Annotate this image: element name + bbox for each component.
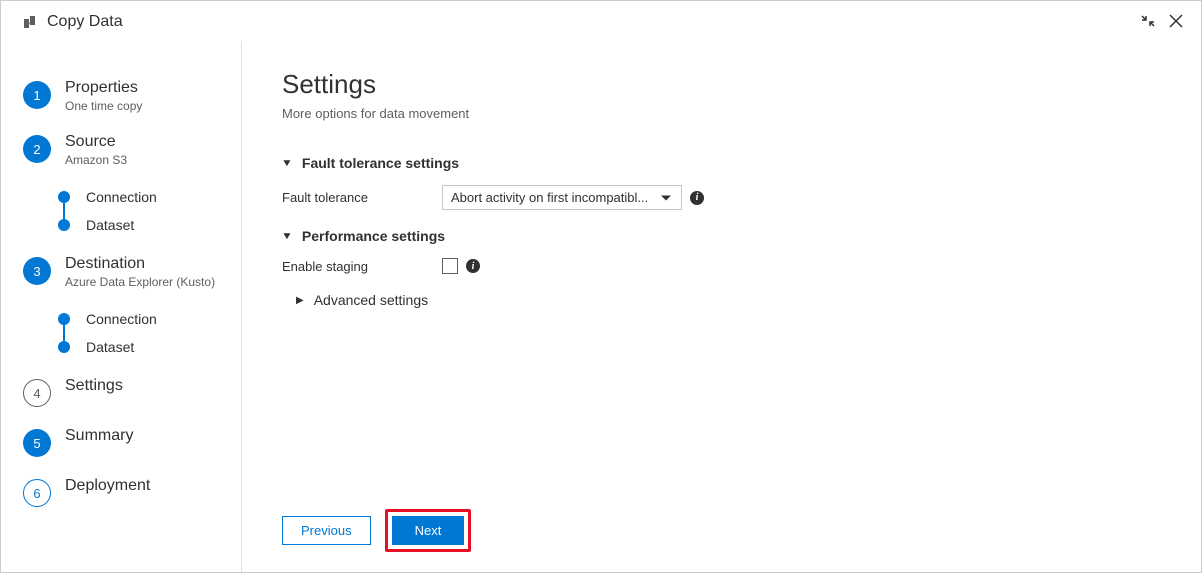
perf-section-label: Performance settings: [302, 228, 445, 244]
step-number-2: 2: [23, 135, 51, 163]
next-button[interactable]: Next: [392, 516, 465, 545]
substep-dest-dataset[interactable]: Dataset: [36, 333, 241, 361]
source-substeps: Connection Dataset: [36, 177, 241, 245]
substep-label: Dataset: [86, 217, 134, 233]
step-number-5: 5: [23, 429, 51, 457]
step-destination[interactable]: 3 Destination Azure Data Explorer (Kusto…: [1, 245, 241, 299]
previous-button[interactable]: Previous: [282, 516, 371, 545]
main-panel: Settings More options for data movement …: [241, 41, 1201, 572]
substep-source-connection[interactable]: Connection: [36, 183, 241, 211]
highlight-annotation: Next: [385, 509, 472, 552]
fault-section-label: Fault tolerance settings: [302, 155, 459, 171]
info-icon[interactable]: i: [466, 259, 480, 273]
performance-section-header[interactable]: Performance settings: [282, 228, 1161, 244]
step-title-settings: Settings: [65, 377, 123, 395]
enable-staging-row: Enable staging i: [282, 258, 1161, 274]
step-number-6: 6: [23, 479, 51, 507]
destination-substeps: Connection Dataset: [36, 299, 241, 367]
advanced-section-label: Advanced settings: [314, 292, 428, 308]
fault-tolerance-section-header[interactable]: Fault tolerance settings: [282, 155, 1161, 171]
page-subtitle: More options for data movement: [282, 106, 1161, 121]
wizard-sidebar: 1 Properties One time copy 2 Source Amaz…: [1, 41, 241, 572]
collapse-icon[interactable]: [1141, 13, 1155, 31]
step-title-summary: Summary: [65, 427, 133, 445]
page-title: Settings: [282, 69, 1161, 100]
substep-source-dataset[interactable]: Dataset: [36, 211, 241, 239]
header-actions: [1141, 13, 1183, 31]
step-number-1: 1: [23, 81, 51, 109]
step-sub-destination: Azure Data Explorer (Kusto): [65, 275, 215, 289]
step-title-properties: Properties: [65, 79, 142, 97]
enable-staging-checkbox[interactable]: [442, 258, 458, 274]
step-summary[interactable]: 5 Summary: [1, 417, 241, 467]
copy-data-icon: [23, 14, 39, 30]
substep-dot-icon: [58, 341, 70, 353]
info-icon[interactable]: i: [690, 191, 704, 205]
step-properties[interactable]: 1 Properties One time copy: [1, 69, 241, 123]
step-title-deployment: Deployment: [65, 477, 150, 495]
step-sub-source: Amazon S3: [65, 153, 127, 167]
step-number-3: 3: [23, 257, 51, 285]
enable-staging-label: Enable staging: [282, 259, 442, 274]
substep-dest-connection[interactable]: Connection: [36, 305, 241, 333]
step-settings[interactable]: 4 Settings: [1, 367, 241, 417]
step-title-source: Source: [65, 133, 127, 151]
wizard-footer: Previous Next: [282, 499, 1161, 552]
step-source[interactable]: 2 Source Amazon S3: [1, 123, 241, 177]
substep-label: Connection: [86, 189, 157, 205]
step-title-destination: Destination: [65, 255, 215, 273]
step-sub-properties: One time copy: [65, 99, 142, 113]
substep-dot-icon: [58, 219, 70, 231]
step-number-4: 4: [23, 379, 51, 407]
triangle-down-icon: [282, 231, 292, 242]
triangle-right-icon: [296, 295, 304, 306]
triangle-down-icon: [282, 158, 292, 169]
dialog-title: Copy Data: [47, 13, 123, 31]
substep-label: Connection: [86, 311, 157, 327]
substep-dot-icon: [58, 313, 70, 325]
substep-dot-icon: [58, 191, 70, 203]
fault-tolerance-row: Fault tolerance Abort activity on first …: [282, 185, 1161, 210]
fault-tolerance-label: Fault tolerance: [282, 190, 442, 205]
advanced-settings-header[interactable]: Advanced settings: [296, 292, 1161, 308]
close-icon[interactable]: [1169, 13, 1183, 31]
step-deployment[interactable]: 6 Deployment: [1, 467, 241, 517]
fault-tolerance-dropdown[interactable]: Abort activity on first incompatibl...: [442, 185, 682, 210]
dialog-header: Copy Data: [1, 1, 1201, 41]
substep-label: Dataset: [86, 339, 134, 355]
header-left: Copy Data: [23, 13, 123, 31]
fault-dropdown-value: Abort activity on first incompatibl...: [451, 190, 648, 205]
